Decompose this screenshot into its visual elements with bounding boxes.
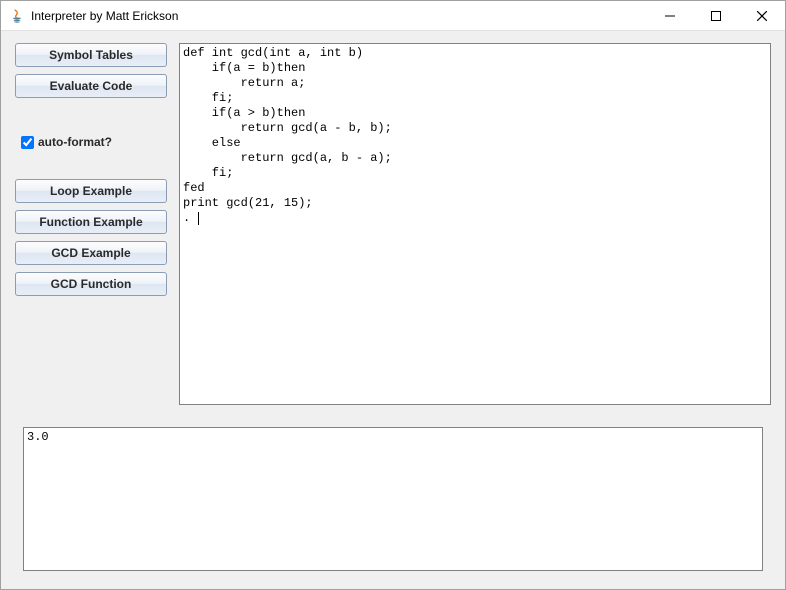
close-button[interactable] [739, 1, 785, 31]
java-icon [9, 8, 25, 24]
content-area: Symbol Tables Evaluate Code auto-format?… [1, 31, 785, 589]
text-cursor [198, 212, 199, 225]
maximize-button[interactable] [693, 1, 739, 31]
code-editor[interactable]: def int gcd(int a, int b) if(a = b)then … [179, 43, 771, 405]
titlebar: Interpreter by Matt Erickson [1, 1, 785, 31]
evaluate-code-button[interactable]: Evaluate Code [15, 74, 167, 98]
app-window: Interpreter by Matt Erickson Symbol Tabl… [0, 0, 786, 590]
window-title: Interpreter by Matt Erickson [31, 9, 647, 23]
upper-panel: Symbol Tables Evaluate Code auto-format?… [1, 31, 785, 405]
minimize-button[interactable] [647, 1, 693, 31]
auto-format-label: auto-format? [38, 135, 112, 149]
output-display[interactable]: 3.0 [23, 427, 763, 571]
editor-panel: def int gcd(int a, int b) if(a = b)then … [179, 43, 771, 405]
symbol-tables-button[interactable]: Symbol Tables [15, 43, 167, 67]
gcd-function-button[interactable]: GCD Function [15, 272, 167, 296]
function-example-button[interactable]: Function Example [15, 210, 167, 234]
code-text: def int gcd(int a, int b) if(a = b)then … [183, 46, 392, 225]
auto-format-row: auto-format? [15, 133, 167, 151]
gcd-example-button[interactable]: GCD Example [15, 241, 167, 265]
loop-example-button[interactable]: Loop Example [15, 179, 167, 203]
sidebar: Symbol Tables Evaluate Code auto-format?… [15, 43, 167, 405]
output-panel: 3.0 [1, 405, 785, 581]
auto-format-checkbox[interactable] [21, 136, 34, 149]
window-controls [647, 1, 785, 30]
